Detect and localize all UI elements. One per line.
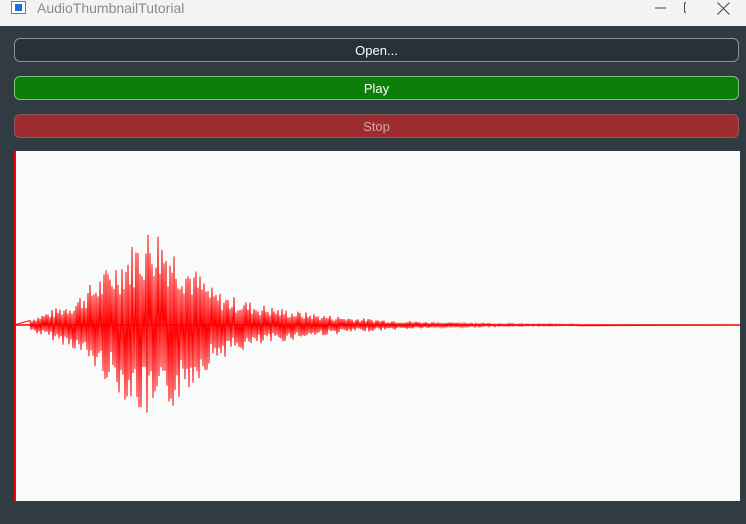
maximize-button[interactable] — [640, 0, 686, 16]
waveform-path — [14, 234, 740, 413]
open-button[interactable]: Open... — [14, 38, 739, 62]
maximize-icon — [684, 2, 686, 13]
window-title: AudioThumbnailTutorial — [37, 0, 185, 16]
audio-thumbnail[interactable] — [14, 151, 740, 501]
close-icon — [716, 1, 730, 15]
waveform — [14, 151, 740, 501]
stop-button[interactable]: Stop — [14, 114, 739, 138]
app-icon — [11, 1, 26, 14]
play-button[interactable]: Play — [14, 76, 739, 100]
title-bar: AudioThumbnailTutorial — [0, 0, 746, 26]
close-button[interactable] — [700, 0, 746, 16]
